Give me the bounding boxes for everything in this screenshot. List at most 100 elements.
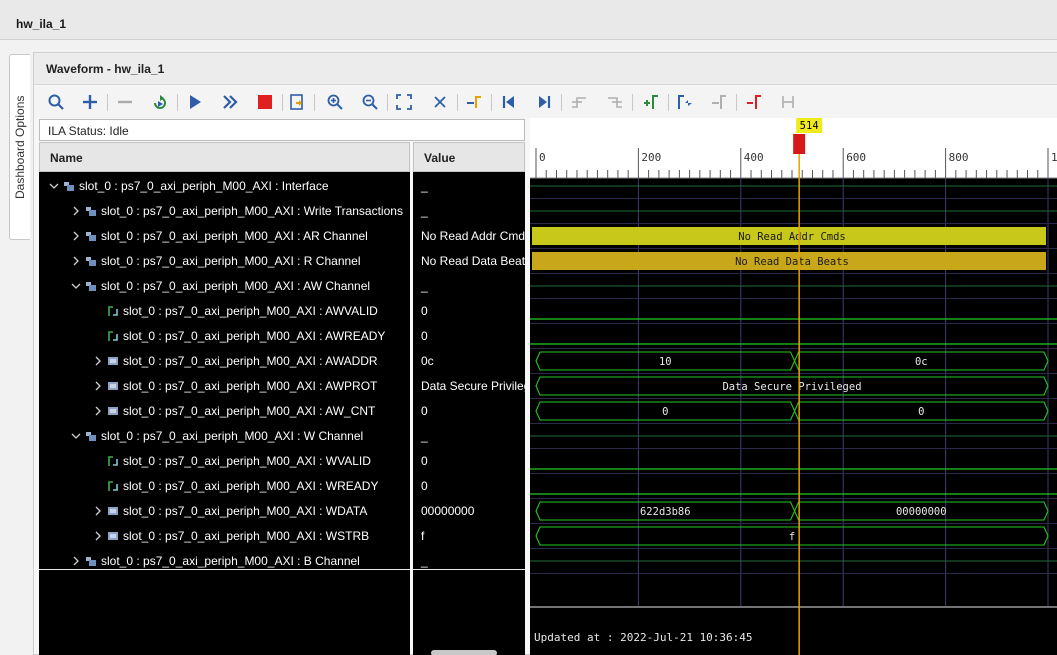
previous-transition-button[interactable] — [567, 90, 591, 114]
next-transition-icon — [608, 97, 622, 108]
tree-row[interactable]: slot_0 : ps7_0_axi_periph_M00_AXI : AR C… — [39, 224, 410, 249]
go-to-time-zero-button[interactable] — [497, 90, 521, 114]
value-cell: No Read Addr Cmds — [421, 229, 525, 243]
toolbar-separator — [736, 94, 737, 111]
tree-row-label: slot_0 : ps7_0_axi_periph_M00_AXI : Writ… — [101, 204, 403, 218]
search-button[interactable] — [44, 90, 68, 114]
hw-ila-tab-title[interactable]: hw_ila_1 — [16, 17, 66, 31]
segment-label: Data Secure Privileged — [722, 381, 861, 393]
name-column[interactable]: Name slot_0 : ps7_0_axi_periph_M00_AXI :… — [39, 142, 410, 655]
export-button[interactable] — [285, 90, 309, 114]
auto-rerun-button[interactable] — [218, 90, 242, 114]
dashboard-options-tab[interactable]: Dashboard Options — [9, 54, 30, 240]
next-transition-button[interactable] — [603, 90, 627, 114]
tree-row[interactable]: slot_0 : ps7_0_axi_periph_M00_AXI : AW_C… — [39, 399, 410, 424]
segment-label: No Read Addr Cmds — [738, 231, 845, 243]
chevron-right-icon[interactable] — [93, 380, 103, 391]
go-to-last-time-button[interactable] — [532, 90, 556, 114]
chevron-right-icon[interactable] — [93, 355, 103, 366]
toolbar-separator — [314, 94, 315, 111]
tree-row-label: slot_0 : ps7_0_axi_periph_M00_AXI : AW_C… — [123, 404, 376, 418]
chevron-right-icon[interactable] — [71, 230, 81, 241]
stop-button[interactable] — [253, 90, 277, 114]
add-marker-button[interactable] — [639, 90, 663, 114]
cursor-handle[interactable] — [793, 134, 806, 154]
value-column-header[interactable]: Value — [413, 142, 525, 172]
value-column[interactable]: Value _ _ No Read Addr Cmds No Read Data Be… — [413, 142, 525, 655]
value-cell: 0 — [421, 304, 428, 318]
tree-row[interactable]: slot_0 : ps7_0_axi_periph_M00_AXI : AWPR… — [39, 374, 410, 399]
fixed-cursor-icon — [782, 96, 794, 108]
add-button[interactable] — [78, 90, 102, 114]
tree-row[interactable]: slot_0 : ps7_0_axi_periph_M00_AXI : AWRE… — [39, 324, 410, 349]
interface-icon — [85, 205, 97, 217]
run-trigger-immediate-button[interactable] — [148, 90, 172, 114]
add-marker-icon — [644, 95, 658, 109]
chevron-right-icon[interactable] — [93, 505, 103, 516]
chevron-down-icon[interactable] — [49, 180, 59, 190]
chevron-right-icon[interactable] — [71, 255, 81, 266]
ruler-label: 200 — [641, 151, 661, 164]
tree-row[interactable]: slot_0 : ps7_0_axi_periph_M00_AXI : WDAT… — [39, 499, 410, 524]
search-icon — [48, 94, 64, 110]
ruler-label: 800 — [949, 151, 969, 164]
value-horizontal-scrollbar[interactable] — [417, 650, 527, 655]
toolbar-separator — [561, 94, 562, 111]
tree-row-label: slot_0 : ps7_0_axi_periph_M00_AXI : AWVA… — [123, 304, 378, 318]
tree-row[interactable]: slot_0 : ps7_0_axi_periph_M00_AXI : AW C… — [39, 274, 410, 299]
tree-row[interactable]: slot_0 : ps7_0_axi_periph_M00_AXI : WSTR… — [39, 524, 410, 549]
tree-row[interactable]: slot_0 : ps7_0_axi_periph_M00_AXI : AWAD… — [39, 349, 410, 374]
tree-row-label: slot_0 : ps7_0_axi_periph_M00_AXI : B Ch… — [101, 554, 360, 568]
interface-icon — [85, 430, 97, 442]
zoom-out-button[interactable] — [358, 90, 382, 114]
waveform-panel: Waveform - hw_ila_1 ILA Status: Idle Nam… — [33, 52, 1057, 655]
segment-label: 10 — [659, 356, 672, 368]
swap-cursors-button[interactable] — [742, 90, 766, 114]
value-cell: f — [421, 529, 425, 543]
swap-cursors-icon — [747, 95, 761, 109]
zoom-in-button[interactable] — [323, 90, 347, 114]
fixed-cursor-button[interactable] — [776, 90, 800, 114]
ruler-label: 600 — [846, 151, 866, 164]
tree-row[interactable]: slot_0 : ps7_0_axi_periph_M00_AXI : WVAL… — [39, 449, 410, 474]
waveform-canvas[interactable]: 0 200 400 600 800 1,00 No Read Addr Cmds No Rea… — [530, 118, 1057, 655]
remove-button[interactable] — [113, 90, 137, 114]
run-trigger-icon — [190, 95, 201, 109]
previous-marker-icon — [678, 95, 692, 109]
toolbar-separator — [491, 94, 492, 111]
chevron-right-icon[interactable] — [71, 205, 81, 216]
chevron-right-icon[interactable] — [93, 530, 103, 541]
value-cell: _ — [421, 279, 428, 293]
run-trigger-button[interactable] — [183, 90, 207, 114]
tree-row[interactable]: slot_0 : ps7_0_axi_periph_M00_AXI : W Ch… — [39, 424, 410, 449]
chevron-right-icon[interactable] — [93, 405, 103, 416]
tree-row[interactable]: slot_0 : ps7_0_axi_periph_M00_AXI : Inte… — [39, 174, 410, 199]
chevron-down-icon[interactable] — [71, 430, 81, 440]
signal-icon — [107, 330, 119, 342]
name-column-header[interactable]: Name — [39, 142, 410, 172]
scrollbar-thumb[interactable] — [431, 650, 497, 655]
tree-row[interactable]: slot_0 : ps7_0_axi_periph_M00_AXI : R Ch… — [39, 249, 410, 274]
segment-label: No Read Data Beats — [735, 256, 849, 268]
previous-marker-button[interactable] — [673, 90, 697, 114]
tree-row[interactable]: slot_0 : ps7_0_axi_periph_M00_AXI : Writ… — [39, 199, 410, 224]
app-window: hw_ila_1 Dashboard Options Waveform - hw… — [0, 0, 1057, 655]
bus-icon — [107, 380, 119, 392]
tree-row[interactable]: slot_0 : ps7_0_axi_periph_M00_AXI : B Ch… — [39, 549, 410, 574]
chevron-down-icon[interactable] — [71, 280, 81, 290]
zoom-out-icon — [362, 94, 378, 110]
tree-row[interactable]: slot_0 : ps7_0_axi_periph_M00_AXI : WREA… — [39, 474, 410, 499]
bus-icon — [107, 505, 119, 517]
hw-ila-tab-bar: hw_ila_1 — [0, 0, 1057, 40]
zoom-fit-button[interactable] — [392, 90, 416, 114]
cursor-clear-button[interactable] — [428, 90, 452, 114]
value-cell: 0 — [421, 454, 428, 468]
go-to-cursor-button[interactable] — [462, 90, 486, 114]
chevron-right-icon[interactable] — [71, 555, 81, 566]
toolbar-separator — [107, 94, 108, 111]
tree-row[interactable]: slot_0 : ps7_0_axi_periph_M00_AXI : AWVA… — [39, 299, 410, 324]
value-cell: 0 — [421, 404, 428, 418]
tree-row-label: slot_0 : ps7_0_axi_periph_M00_AXI : WVAL… — [123, 454, 371, 468]
waveform-area[interactable]: 0 200 400 600 800 1,00 No Read Addr Cmds No Rea… — [530, 118, 1057, 655]
next-marker-button[interactable] — [707, 90, 731, 114]
